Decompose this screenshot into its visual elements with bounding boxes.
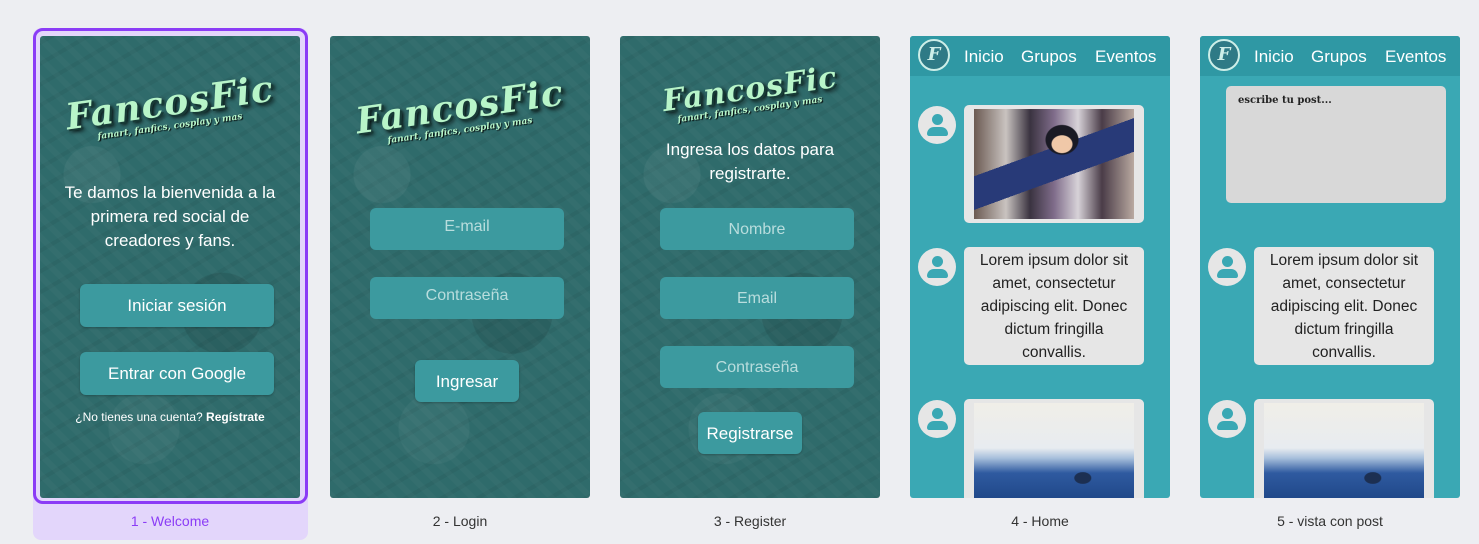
post-line: convallis. xyxy=(1312,344,1376,361)
image-post[interactable] xyxy=(964,105,1144,223)
app-logo-icon[interactable]: F xyxy=(918,39,950,71)
whale-photo xyxy=(1264,403,1424,498)
image-post[interactable] xyxy=(1254,399,1434,498)
post-line: dictum fringilla xyxy=(1294,321,1394,338)
frame-login[interactable]: FancosFic fanart, fanfics, cosplay y mas… xyxy=(330,36,590,498)
register-button[interactable]: Registrarse xyxy=(698,412,802,454)
avatar xyxy=(918,248,956,286)
avatar xyxy=(1208,248,1246,286)
cosplay-photo xyxy=(974,109,1134,219)
frame-label-home[interactable]: 4 - Home xyxy=(910,513,1170,529)
selected-frame-border xyxy=(33,28,308,504)
post-line: convallis. xyxy=(1022,344,1086,361)
register-message: Ingresa los datos para registrarte. xyxy=(620,138,880,186)
avatar xyxy=(1208,400,1246,438)
post-text: Lorem ipsum dolor sit amet, consectetur … xyxy=(964,247,1144,365)
nav-grupos[interactable]: Grupos xyxy=(1021,47,1077,67)
nav-eventos[interactable]: Eventos xyxy=(1385,47,1446,67)
whale-photo xyxy=(974,403,1134,498)
post-line: amet, consectetur xyxy=(1282,275,1406,292)
top-nav: F Inicio Grupos Eventos xyxy=(1200,36,1460,76)
post-line: adipiscing elit. Donec xyxy=(980,298,1128,315)
post-line: Lorem ipsum dolor sit xyxy=(1269,252,1419,269)
image-post[interactable] xyxy=(964,399,1144,498)
frame-label-register[interactable]: 3 - Register xyxy=(620,513,880,529)
password-field[interactable]: Contraseña xyxy=(370,277,564,319)
email-field[interactable]: E-mail xyxy=(370,208,564,250)
ingresar-button[interactable]: Ingresar xyxy=(415,360,519,402)
frame-home[interactable]: F Inicio Grupos Eventos Lorem ipsum dolo… xyxy=(910,36,1170,498)
frame-label-post-view[interactable]: 5 - vista con post xyxy=(1200,513,1460,529)
avatar xyxy=(918,400,956,438)
post-text: Lorem ipsum dolor sit amet, consectetur … xyxy=(1254,247,1434,365)
compose-placeholder: escribe tu post... xyxy=(1238,95,1332,106)
name-field[interactable]: Nombre xyxy=(660,208,854,250)
compose-post-input[interactable]: escribe tu post... xyxy=(1226,86,1446,203)
frame-post-view[interactable]: F Inicio Grupos Eventos escribe tu post.… xyxy=(1200,36,1460,498)
post-line: Lorem ipsum dolor sit xyxy=(979,252,1129,269)
register-line: registrarte. xyxy=(709,164,791,183)
nav-eventos[interactable]: Eventos xyxy=(1095,47,1156,67)
nav-grupos[interactable]: Grupos xyxy=(1311,47,1367,67)
email-field[interactable]: Email xyxy=(660,277,854,319)
nav-inicio[interactable]: Inicio xyxy=(1254,47,1294,67)
nav-inicio[interactable]: Inicio xyxy=(964,47,1004,67)
password-field[interactable]: Contraseña xyxy=(660,346,854,388)
top-nav: F Inicio Grupos Eventos xyxy=(910,36,1170,76)
fancosfic-logo: FancosFic fanart, fanfics, cosplay y mas xyxy=(330,72,590,146)
post-line: amet, consectetur xyxy=(992,275,1116,292)
post-line: adipiscing elit. Donec xyxy=(1270,298,1418,315)
register-line: Ingresa los datos para xyxy=(665,140,835,159)
post-line: dictum fringilla xyxy=(1004,321,1104,338)
fancosfic-logo: FancosFic fanart, fanfics, cosplay y mas xyxy=(620,60,880,125)
frame-label-login[interactable]: 2 - Login xyxy=(330,513,590,529)
app-logo-icon[interactable]: F xyxy=(1208,39,1240,71)
frame-register[interactable]: FancosFic fanart, fanfics, cosplay y mas… xyxy=(620,36,880,498)
text-post[interactable]: Lorem ipsum dolor sit amet, consectetur … xyxy=(1254,247,1434,365)
text-post[interactable]: Lorem ipsum dolor sit amet, consectetur … xyxy=(964,247,1144,365)
avatar xyxy=(918,106,956,144)
frame-label-welcome[interactable]: 1 - Welcome xyxy=(40,513,300,529)
